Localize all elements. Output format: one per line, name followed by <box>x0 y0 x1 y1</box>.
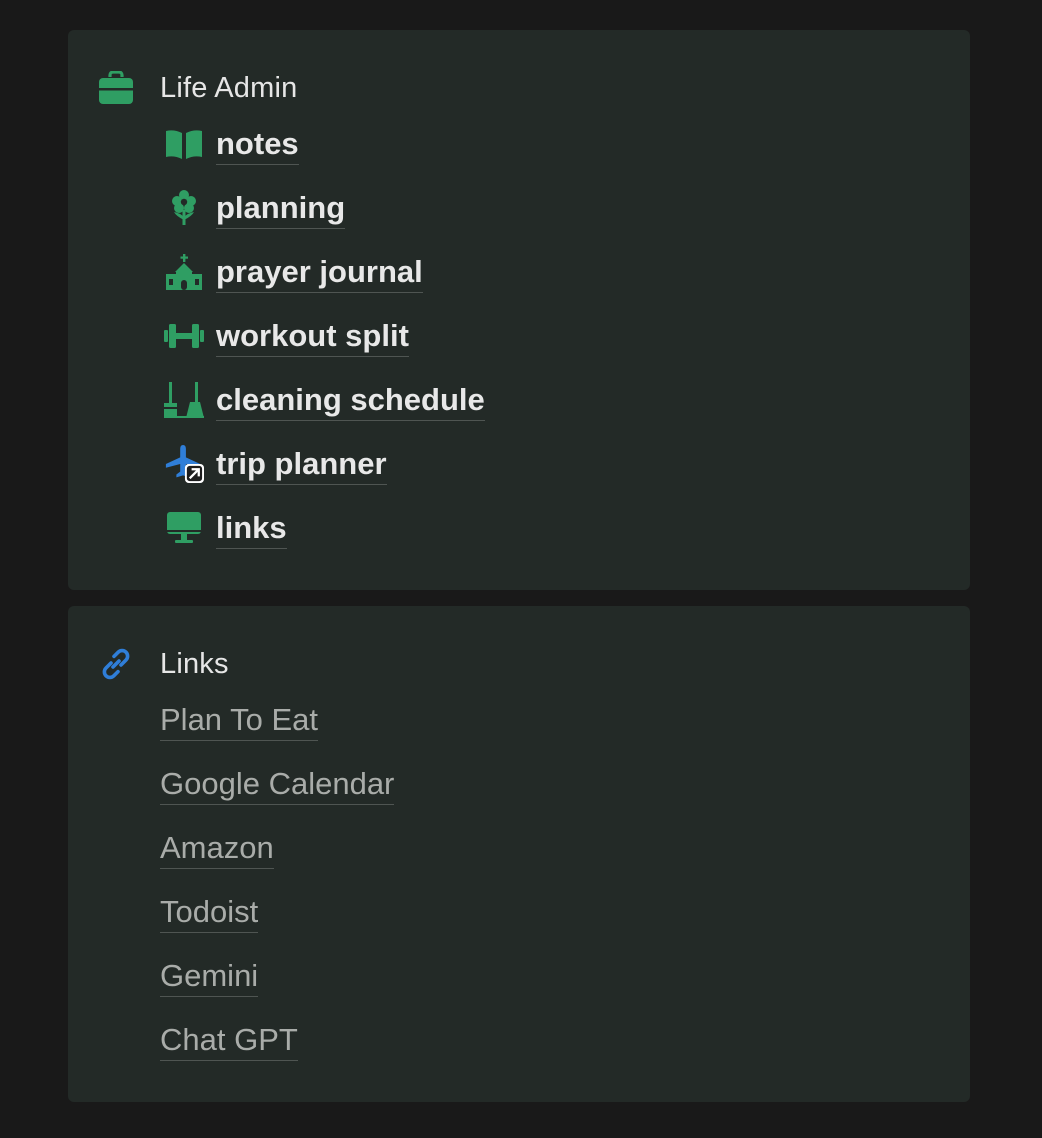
page-item-label: planning <box>216 190 346 229</box>
broom-icon <box>164 382 204 418</box>
dumbbell-icon <box>164 318 204 354</box>
links-card: Links Plan To Eat Google Calendar Amazon… <box>68 606 970 1102</box>
church-icon <box>164 254 204 290</box>
link-label[interactable]: Google Calendar <box>160 766 395 805</box>
page-item-workout-split[interactable]: workout split <box>164 318 485 382</box>
desktop-icon <box>164 510 204 546</box>
links-header: Links <box>98 644 229 684</box>
link-plan-to-eat[interactable]: Plan To Eat <box>160 702 394 766</box>
page-item-label: notes <box>216 126 299 165</box>
page-item-prayer-journal[interactable]: prayer journal <box>164 254 485 318</box>
page-item-notes[interactable]: notes <box>164 126 485 190</box>
link-gemini[interactable]: Gemini <box>160 958 394 1022</box>
open-book-icon <box>164 126 204 162</box>
life-admin-header: Life Admin <box>98 68 297 108</box>
page-item-trip-planner[interactable]: trip planner <box>164 444 485 510</box>
shortcut-arrow-icon <box>184 464 204 484</box>
link-google-calendar[interactable]: Google Calendar <box>160 766 395 830</box>
link-label[interactable]: Chat GPT <box>160 1022 298 1061</box>
link-label[interactable]: Todoist <box>160 894 259 933</box>
page-item-planning[interactable]: planning <box>164 190 485 254</box>
flower-icon <box>164 190 204 226</box>
links-list: Plan To Eat Google Calendar Amazon Todoi… <box>160 702 395 1086</box>
section-title: Life Admin <box>160 71 298 104</box>
page-item-label: links <box>216 510 287 549</box>
link-label[interactable]: Plan To Eat <box>160 702 318 741</box>
page-item-cleaning-schedule[interactable]: cleaning schedule <box>164 382 485 446</box>
page-item-label: prayer journal <box>216 254 423 293</box>
briefcase-icon <box>98 70 134 106</box>
link-chat-gpt[interactable]: Chat GPT <box>160 1022 394 1086</box>
airplane-icon <box>164 444 204 484</box>
page-item-label: cleaning schedule <box>216 382 485 421</box>
life-admin-card: Life Admin notes planning prayer journal… <box>68 30 970 590</box>
page-item-links[interactable]: links <box>164 510 485 574</box>
page-item-label: workout split <box>216 318 409 357</box>
link-label[interactable]: Amazon <box>160 830 274 869</box>
link-amazon[interactable]: Amazon <box>160 830 394 894</box>
link-label[interactable]: Gemini <box>160 958 259 997</box>
life-admin-page-list: notes planning prayer journal workout sp… <box>164 126 485 574</box>
link-todoist[interactable]: Todoist <box>160 894 394 958</box>
link-icon <box>98 646 134 682</box>
section-title: Links <box>160 647 229 680</box>
page-item-label: trip planner <box>216 446 387 485</box>
